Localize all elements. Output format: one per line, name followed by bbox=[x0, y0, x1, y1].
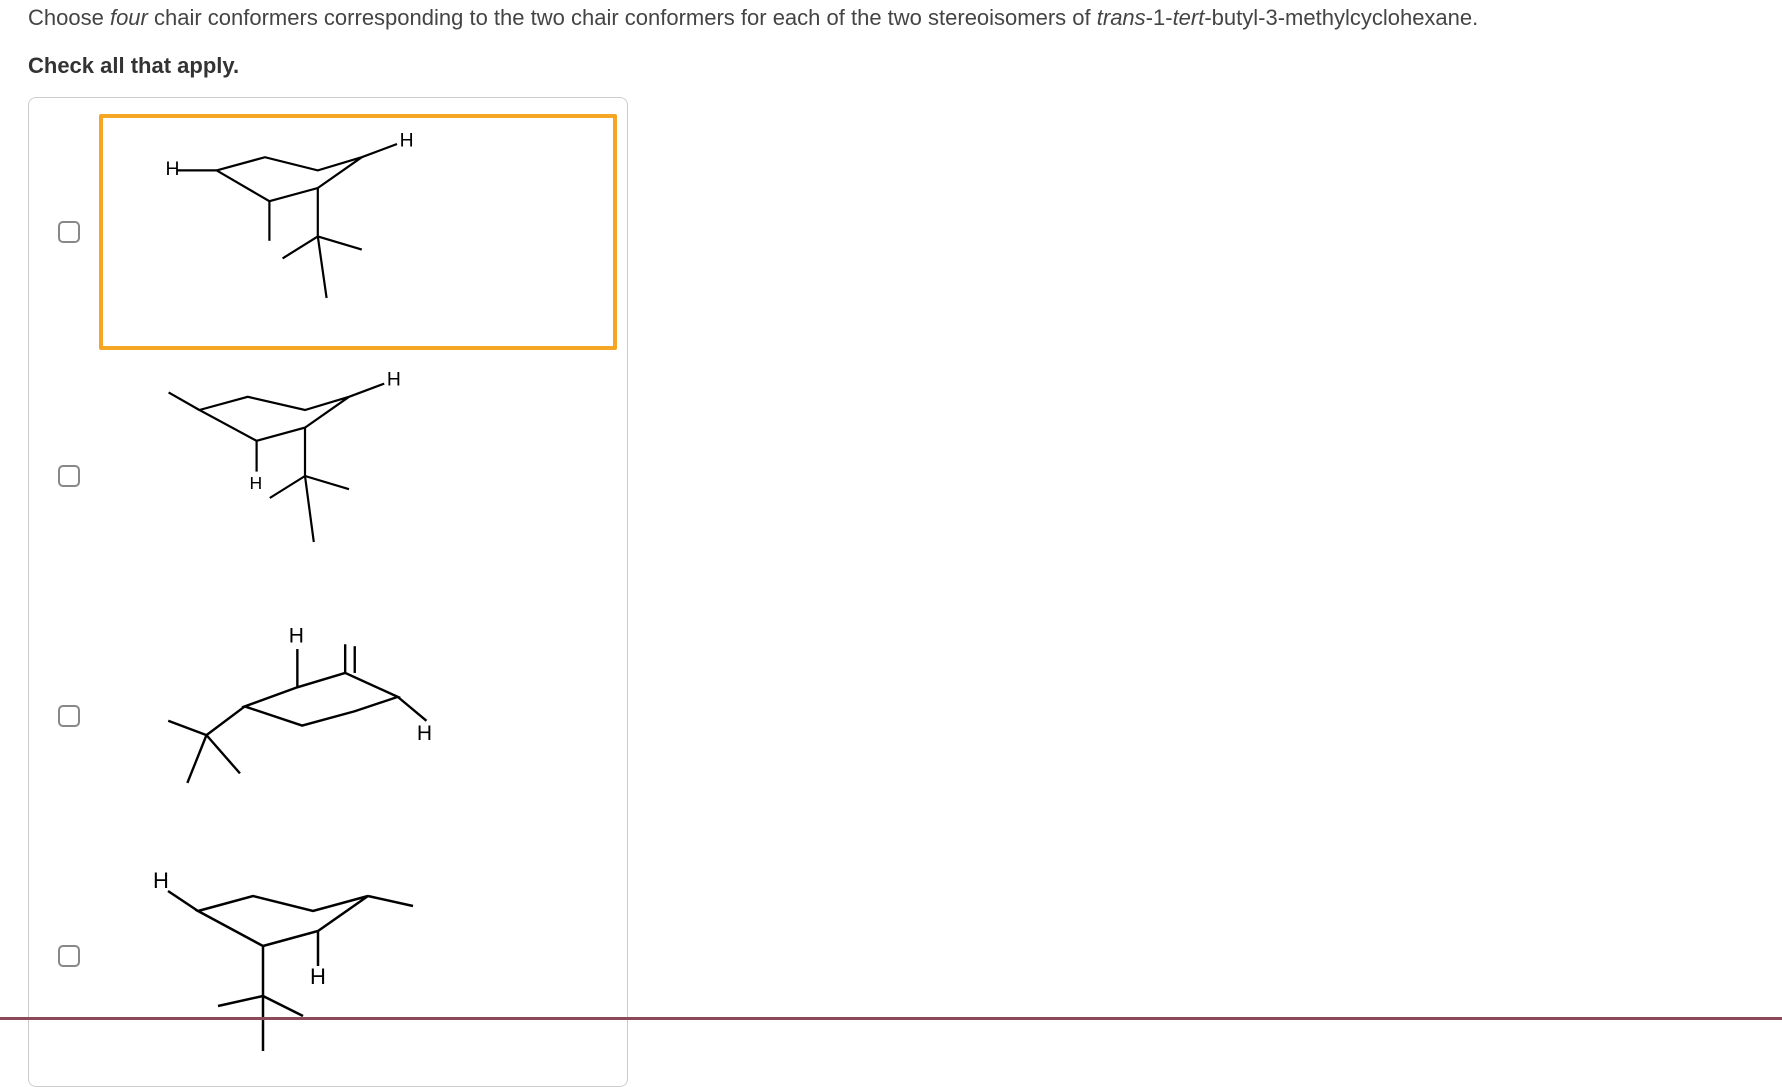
option-row-3: H H bbox=[29, 596, 627, 836]
h-label: H bbox=[310, 964, 326, 989]
structure-3[interactable]: H H bbox=[99, 602, 617, 830]
chair-conformer-1-svg: H H bbox=[107, 122, 467, 342]
chair-conformer-2-svg: H H bbox=[103, 366, 463, 586]
structure-2[interactable]: H H bbox=[99, 362, 617, 590]
compound-trans: trans bbox=[1097, 5, 1146, 30]
h-label: H bbox=[166, 157, 180, 179]
compound-mid1: -1- bbox=[1146, 5, 1173, 30]
checkbox-3[interactable] bbox=[58, 705, 80, 727]
question-middle: chair conformers corresponding to the tw… bbox=[148, 5, 1097, 30]
h-label: H bbox=[250, 473, 263, 493]
checkbox-wrap-4 bbox=[39, 945, 99, 967]
structure-1[interactable]: H H bbox=[99, 114, 617, 350]
question-prefix: Choose bbox=[28, 5, 110, 30]
chair-conformer-3-svg: H H bbox=[103, 606, 463, 826]
checkbox-4[interactable] bbox=[58, 945, 80, 967]
compound-tert: tert bbox=[1173, 5, 1205, 30]
h-label: H bbox=[417, 722, 432, 745]
question-four: four bbox=[110, 5, 148, 30]
options-panel: H H bbox=[28, 97, 628, 1087]
checkbox-wrap-2 bbox=[39, 465, 99, 487]
structure-4[interactable]: H H bbox=[99, 842, 617, 1070]
checkbox-wrap-3 bbox=[39, 705, 99, 727]
h-label: H bbox=[153, 868, 169, 893]
checkbox-2[interactable] bbox=[58, 465, 80, 487]
h-label: H bbox=[400, 129, 414, 151]
chair-conformer-4-svg: H H bbox=[103, 846, 463, 1066]
checkbox-wrap-1 bbox=[39, 221, 99, 243]
compound-suffix: -butyl-3-methylcyclohexane. bbox=[1204, 5, 1478, 30]
question-text: Choose four chair conformers correspondi… bbox=[0, 0, 1782, 41]
option-row-1: H H bbox=[29, 108, 627, 356]
h-label: H bbox=[289, 624, 304, 647]
h-label: H bbox=[387, 368, 401, 390]
check-all-label: Check all that apply. bbox=[0, 41, 1782, 97]
checkbox-1[interactable] bbox=[58, 221, 80, 243]
option-row-4: H H bbox=[29, 836, 627, 1076]
option-row-2: H H bbox=[29, 356, 627, 596]
